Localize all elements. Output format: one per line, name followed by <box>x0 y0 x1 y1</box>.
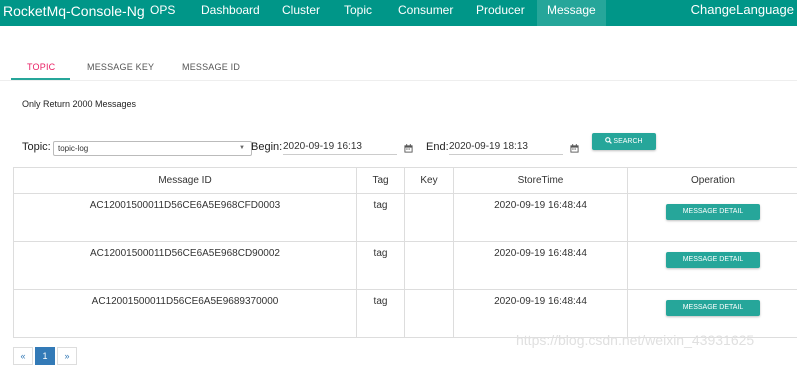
change-language-button[interactable]: ChangeLanguage <box>691 1 794 19</box>
nav-message[interactable]: Message <box>537 0 606 26</box>
cell-message-id: AC12001500011D56CE6A5E968CD90002 <box>14 242 357 290</box>
cell-store-time: 2020-09-19 16:48:44 <box>454 242 628 290</box>
tab-topic[interactable]: TOPIC <box>27 61 55 79</box>
result-limit-note: Only Return 2000 Messages <box>22 99 136 109</box>
cell-message-id: AC12001500011D56CE6A5E968CFD0003 <box>14 194 357 242</box>
message-detail-button[interactable]: MESSAGE DETAIL <box>666 300 760 316</box>
topic-select[interactable]: topic-log ▼ <box>53 141 252 156</box>
watermark: https://blog.csdn.net/weixin_43931625 <box>516 332 754 348</box>
pagination-prev-button[interactable]: « <box>13 347 33 365</box>
end-date-input[interactable]: 2020-09-19 18:13 <box>449 140 563 155</box>
nav-dashboard[interactable]: Dashboard <box>201 0 260 26</box>
header-key: Key <box>405 168 454 194</box>
nav-topic[interactable]: Topic <box>344 0 372 26</box>
cell-key <box>405 194 454 242</box>
topic-select-value: topic-log <box>58 144 88 153</box>
top-navbar: RocketMq-Console-Ng OPS Dashboard Cluste… <box>0 0 797 26</box>
table-row: AC12001500011D56CE6A5E968CD90002 tag 202… <box>14 242 797 290</box>
end-label: End: <box>426 141 449 153</box>
cell-operation: MESSAGE DETAIL <box>628 194 797 242</box>
cell-operation: MESSAGE DETAIL <box>628 290 797 338</box>
chevron-down-icon: ▼ <box>239 142 245 155</box>
topic-label: Topic: <box>22 141 51 153</box>
nav-cluster[interactable]: Cluster <box>282 0 320 26</box>
cell-message-id: AC12001500011D56CE6A5E9689370000 <box>14 290 357 338</box>
tab-message-key[interactable]: MESSAGE KEY <box>87 61 154 79</box>
calendar-icon[interactable] <box>570 144 579 153</box>
cell-store-time: 2020-09-19 16:48:44 <box>454 290 628 338</box>
nav-consumer[interactable]: Consumer <box>398 0 453 26</box>
calendar-icon[interactable] <box>404 144 413 153</box>
search-icon <box>605 137 612 144</box>
header-operation: Operation <box>628 168 797 194</box>
tab-message-id[interactable]: MESSAGE ID <box>182 61 240 79</box>
cell-operation: MESSAGE DETAIL <box>628 242 797 290</box>
tabs-divider <box>0 80 797 81</box>
pagination-page-1[interactable]: 1 <box>35 347 55 365</box>
header-store-time: StoreTime <box>454 168 628 194</box>
header-message-id: Message ID <box>14 168 357 194</box>
cell-key <box>405 290 454 338</box>
nav-producer[interactable]: Producer <box>476 0 525 26</box>
cell-store-time: 2020-09-19 16:48:44 <box>454 194 628 242</box>
cell-tag: tag <box>357 290 405 338</box>
begin-date-input[interactable]: 2020-09-19 16:13 <box>283 140 397 155</box>
pagination-next-button[interactable]: » <box>57 347 77 365</box>
nav-ops[interactable]: OPS <box>150 0 175 26</box>
message-detail-button[interactable]: MESSAGE DETAIL <box>666 204 760 220</box>
table-header-row: Message ID Tag Key StoreTime Operation <box>14 168 797 194</box>
cell-tag: tag <box>357 194 405 242</box>
search-button-label: SEARCH <box>613 138 642 145</box>
cell-tag: tag <box>357 242 405 290</box>
begin-label: Begin: <box>251 141 282 153</box>
message-table: Message ID Tag Key StoreTime Operation A… <box>13 167 797 338</box>
cell-key <box>405 242 454 290</box>
search-button[interactable]: SEARCH <box>592 133 656 150</box>
table-row: AC12001500011D56CE6A5E968CFD0003 tag 202… <box>14 194 797 242</box>
message-detail-button[interactable]: MESSAGE DETAIL <box>666 252 760 268</box>
brand-title[interactable]: RocketMq-Console-Ng <box>3 2 145 20</box>
header-tag: Tag <box>357 168 405 194</box>
table-row: AC12001500011D56CE6A5E9689370000 tag 202… <box>14 290 797 338</box>
